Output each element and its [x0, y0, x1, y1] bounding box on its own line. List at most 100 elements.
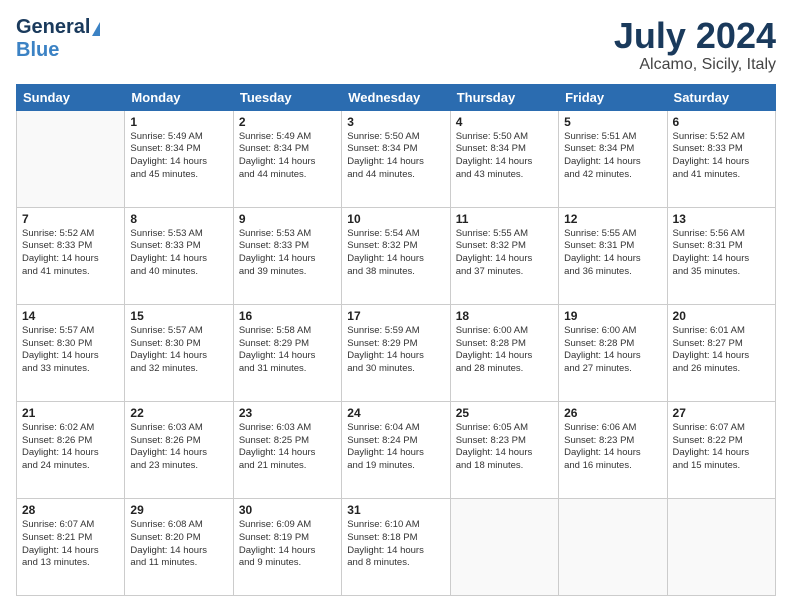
- day-number: 27: [673, 406, 770, 420]
- calendar-cell: 6 Sunrise: 5:52 AM Sunset: 8:33 PM Daylig…: [667, 110, 775, 207]
- day-info: Sunrise: 6:09 AM Sunset: 8:19 PM Dayligh…: [239, 519, 336, 570]
- day-info: Sunrise: 5:49 AM Sunset: 8:34 PM Dayligh…: [239, 131, 336, 182]
- day-info: Sunrise: 5:58 AM Sunset: 8:29 PM Dayligh…: [239, 325, 336, 376]
- calendar-cell: 13 Sunrise: 5:56 AM Sunset: 8:31 PM Dayli…: [667, 207, 775, 304]
- day-number: 31: [347, 503, 444, 517]
- day-number: 25: [456, 406, 553, 420]
- calendar-cell: 8Sunrise: 5:53 AM Sunset: 8:33 PM Daylig…: [125, 207, 233, 304]
- day-info: Sunrise: 5:52 AM Sunset: 8:33 PM Dayligh…: [22, 228, 119, 279]
- day-info: Sunrise: 5:50 AM Sunset: 8:34 PM Dayligh…: [456, 131, 553, 182]
- day-info: Sunrise: 6:00 AM Sunset: 8:28 PM Dayligh…: [564, 325, 661, 376]
- day-info: Sunrise: 6:06 AM Sunset: 8:23 PM Dayligh…: [564, 422, 661, 473]
- day-number: 21: [22, 406, 119, 420]
- day-info: Sunrise: 5:49 AM Sunset: 8:34 PM Dayligh…: [130, 131, 227, 182]
- day-number: 15: [130, 309, 227, 323]
- calendar-cell: 24Sunrise: 6:04 AM Sunset: 8:24 PM Dayli…: [342, 401, 450, 498]
- calendar-cell: 29 Sunrise: 6:08 AM Sunset: 8:20 PM Dayli…: [125, 498, 233, 595]
- day-number: 5: [564, 115, 661, 129]
- logo-blue: Blue: [16, 39, 59, 61]
- main-title: July 2024: [614, 16, 776, 56]
- calendar-cell: 23 Sunrise: 6:03 AM Sunset: 8:25 PM Dayli…: [233, 401, 341, 498]
- day-number: 29: [130, 503, 227, 517]
- day-info: Sunrise: 6:03 AM Sunset: 8:25 PM Dayligh…: [239, 422, 336, 473]
- calendar-cell: 3 Sunrise: 5:50 AM Sunset: 8:34 PM Daylig…: [342, 110, 450, 207]
- day-info: Sunrise: 5:56 AM Sunset: 8:31 PM Dayligh…: [673, 228, 770, 279]
- calendar-cell: 1 Sunrise: 5:49 AM Sunset: 8:34 PM Daylig…: [125, 110, 233, 207]
- day-number: 20: [673, 309, 770, 323]
- day-info: Sunrise: 6:07 AM Sunset: 8:21 PM Dayligh…: [22, 519, 119, 570]
- calendar-week-row: 21 Sunrise: 6:02 AM Sunset: 8:26 PM Dayli…: [17, 401, 776, 498]
- calendar-cell: 7 Sunrise: 5:52 AM Sunset: 8:33 PM Daylig…: [17, 207, 125, 304]
- day-number: 3: [347, 115, 444, 129]
- day-info: Sunrise: 5:55 AM Sunset: 8:31 PM Dayligh…: [564, 228, 661, 279]
- calendar-cell: [450, 498, 558, 595]
- calendar-cell: 2Sunrise: 5:49 AM Sunset: 8:34 PM Daylig…: [233, 110, 341, 207]
- day-info: Sunrise: 6:04 AM Sunset: 8:24 PM Dayligh…: [347, 422, 444, 473]
- calendar-cell: 19Sunrise: 6:00 AM Sunset: 8:28 PM Dayli…: [559, 304, 667, 401]
- calendar-cell: 5 Sunrise: 5:51 AM Sunset: 8:34 PM Daylig…: [559, 110, 667, 207]
- day-info: Sunrise: 5:54 AM Sunset: 8:32 PM Dayligh…: [347, 228, 444, 279]
- calendar-cell: 27 Sunrise: 6:07 AM Sunset: 8:22 PM Dayli…: [667, 401, 775, 498]
- day-info: Sunrise: 6:08 AM Sunset: 8:20 PM Dayligh…: [130, 519, 227, 570]
- day-info: Sunrise: 5:57 AM Sunset: 8:30 PM Dayligh…: [22, 325, 119, 376]
- day-number: 17: [347, 309, 444, 323]
- day-info: Sunrise: 6:01 AM Sunset: 8:27 PM Dayligh…: [673, 325, 770, 376]
- day-info: Sunrise: 5:51 AM Sunset: 8:34 PM Dayligh…: [564, 131, 661, 182]
- calendar-cell: [667, 498, 775, 595]
- day-number: 4: [456, 115, 553, 129]
- calendar-week-row: 28 Sunrise: 6:07 AM Sunset: 8:21 PM Dayli…: [17, 498, 776, 595]
- subtitle: Alcamo, Sicily, Italy: [614, 56, 776, 74]
- day-number: 1: [130, 115, 227, 129]
- day-number: 7: [22, 212, 119, 226]
- page: General Blue July 2024 Alcamo, Sicily, I…: [0, 0, 792, 612]
- day-number: 12: [564, 212, 661, 226]
- day-info: Sunrise: 5:52 AM Sunset: 8:33 PM Dayligh…: [673, 131, 770, 182]
- calendar-week-row: 1 Sunrise: 5:49 AM Sunset: 8:34 PM Daylig…: [17, 110, 776, 207]
- day-info: Sunrise: 5:53 AM Sunset: 8:33 PM Dayligh…: [130, 228, 227, 279]
- day-number: 28: [22, 503, 119, 517]
- calendar-cell: 17 Sunrise: 5:59 AM Sunset: 8:29 PM Dayli…: [342, 304, 450, 401]
- day-info: Sunrise: 6:02 AM Sunset: 8:26 PM Dayligh…: [22, 422, 119, 473]
- day-number: 13: [673, 212, 770, 226]
- calendar-cell: 11 Sunrise: 5:55 AM Sunset: 8:32 PM Dayli…: [450, 207, 558, 304]
- calendar-cell: 16 Sunrise: 5:58 AM Sunset: 8:29 PM Dayli…: [233, 304, 341, 401]
- day-info: Sunrise: 6:03 AM Sunset: 8:26 PM Dayligh…: [130, 422, 227, 473]
- calendar-cell: 30 Sunrise: 6:09 AM Sunset: 8:19 PM Dayli…: [233, 498, 341, 595]
- calendar-cell: 9 Sunrise: 5:53 AM Sunset: 8:33 PM Daylig…: [233, 207, 341, 304]
- day-number: 14: [22, 309, 119, 323]
- day-number: 18: [456, 309, 553, 323]
- calendar-cell: 21 Sunrise: 6:02 AM Sunset: 8:26 PM Dayli…: [17, 401, 125, 498]
- day-number: 23: [239, 406, 336, 420]
- logo-triangle-icon: [92, 22, 100, 36]
- day-number: 11: [456, 212, 553, 226]
- day-info: Sunrise: 5:53 AM Sunset: 8:33 PM Dayligh…: [239, 228, 336, 279]
- day-number: 16: [239, 309, 336, 323]
- day-info: Sunrise: 6:00 AM Sunset: 8:28 PM Dayligh…: [456, 325, 553, 376]
- calendar-cell: 4 Sunrise: 5:50 AM Sunset: 8:34 PM Daylig…: [450, 110, 558, 207]
- day-info: Sunrise: 5:55 AM Sunset: 8:32 PM Dayligh…: [456, 228, 553, 279]
- calendar-week-row: 7 Sunrise: 5:52 AM Sunset: 8:33 PM Daylig…: [17, 207, 776, 304]
- calendar-cell: 28 Sunrise: 6:07 AM Sunset: 8:21 PM Dayli…: [17, 498, 125, 595]
- day-info: Sunrise: 6:07 AM Sunset: 8:22 PM Dayligh…: [673, 422, 770, 473]
- day-info: Sunrise: 5:59 AM Sunset: 8:29 PM Dayligh…: [347, 325, 444, 376]
- day-number: 9: [239, 212, 336, 226]
- calendar-week-row: 14 Sunrise: 5:57 AM Sunset: 8:30 PM Dayli…: [17, 304, 776, 401]
- calendar-cell: 15Sunrise: 5:57 AM Sunset: 8:30 PM Dayli…: [125, 304, 233, 401]
- calendar-header-friday: Friday: [559, 84, 667, 110]
- calendar-header-wednesday: Wednesday: [342, 84, 450, 110]
- day-info: Sunrise: 6:05 AM Sunset: 8:23 PM Dayligh…: [456, 422, 553, 473]
- calendar-cell: 26Sunrise: 6:06 AM Sunset: 8:23 PM Dayli…: [559, 401, 667, 498]
- calendar-cell: 20 Sunrise: 6:01 AM Sunset: 8:27 PM Dayli…: [667, 304, 775, 401]
- day-info: Sunrise: 6:10 AM Sunset: 8:18 PM Dayligh…: [347, 519, 444, 570]
- day-number: 6: [673, 115, 770, 129]
- calendar-cell: 22Sunrise: 6:03 AM Sunset: 8:26 PM Dayli…: [125, 401, 233, 498]
- day-info: Sunrise: 5:50 AM Sunset: 8:34 PM Dayligh…: [347, 131, 444, 182]
- calendar-header-tuesday: Tuesday: [233, 84, 341, 110]
- logo: General Blue: [16, 16, 100, 62]
- calendar-header-thursday: Thursday: [450, 84, 558, 110]
- day-number: 10: [347, 212, 444, 226]
- calendar-header-saturday: Saturday: [667, 84, 775, 110]
- day-number: 30: [239, 503, 336, 517]
- calendar-cell: [559, 498, 667, 595]
- calendar-cell: 10 Sunrise: 5:54 AM Sunset: 8:32 PM Dayli…: [342, 207, 450, 304]
